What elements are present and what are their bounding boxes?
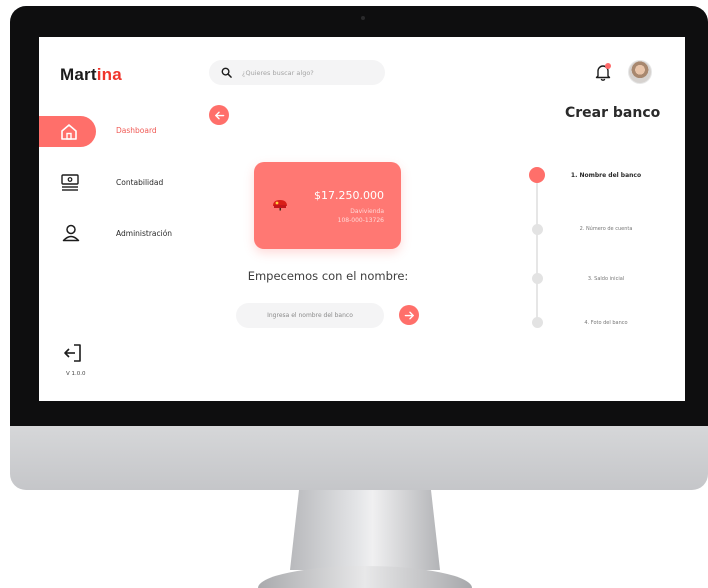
search-icon (221, 67, 232, 78)
step-3-label: 3. Saldo inicial (587, 276, 625, 282)
step-1-label: 1. Nombre del banco (570, 172, 642, 179)
app-logo[interactable]: Martina (60, 65, 122, 85)
step-1-indicator[interactable] (529, 167, 545, 183)
monitor-chin (10, 426, 708, 490)
camera-icon (361, 16, 365, 20)
arrow-right-icon (404, 311, 414, 319)
sidebar-item-administracion[interactable]: Administración (116, 229, 172, 238)
logo-accent-text: ina (96, 65, 122, 84)
app-version: V 1.0.0 (66, 371, 86, 377)
user-icon[interactable] (61, 223, 81, 243)
card-bank-name: Davivienda (350, 208, 384, 215)
notification-badge (605, 63, 611, 69)
bank-logo-icon (273, 200, 287, 211)
logout-icon[interactable] (63, 343, 83, 363)
form-prompt: Empecemos con el nombre: (247, 269, 409, 283)
app-screen: Martina Dashboard Contabili (39, 37, 685, 401)
step-4-label: 4. Foto del banco (584, 320, 628, 326)
monitor-stand (290, 490, 440, 570)
arrow-left-icon (214, 111, 224, 119)
card-account-number: 108-000-13726 (337, 217, 384, 224)
sidebar-item-contabilidad[interactable]: Contabilidad (116, 178, 163, 187)
step-2-label: 2. Número de cuenta (579, 226, 633, 232)
next-button[interactable] (399, 305, 419, 325)
bank-card-preview: $17.250.000 Davivienda 108-000-13726 (254, 162, 401, 249)
sidebar-item-dashboard[interactable]: Dashboard (116, 126, 157, 135)
step-3-indicator[interactable] (532, 273, 543, 284)
page-title: Crear banco (565, 105, 661, 121)
back-button[interactable] (209, 105, 229, 125)
search-input[interactable] (242, 68, 372, 77)
search-bar[interactable] (209, 60, 385, 85)
logo-text: Mart (60, 65, 97, 84)
home-icon[interactable] (59, 122, 79, 142)
step-2-indicator[interactable] (532, 224, 543, 235)
desktop-monitor-mockup: Martina Dashboard Contabili (0, 0, 708, 588)
bank-name-field[interactable] (236, 303, 384, 328)
bank-name-input[interactable] (245, 312, 375, 319)
cash-icon[interactable] (60, 172, 80, 192)
step-4-indicator[interactable] (532, 317, 543, 328)
card-balance: $17.250.000 (314, 189, 384, 202)
avatar[interactable] (628, 60, 652, 84)
stepper-track (536, 175, 538, 323)
